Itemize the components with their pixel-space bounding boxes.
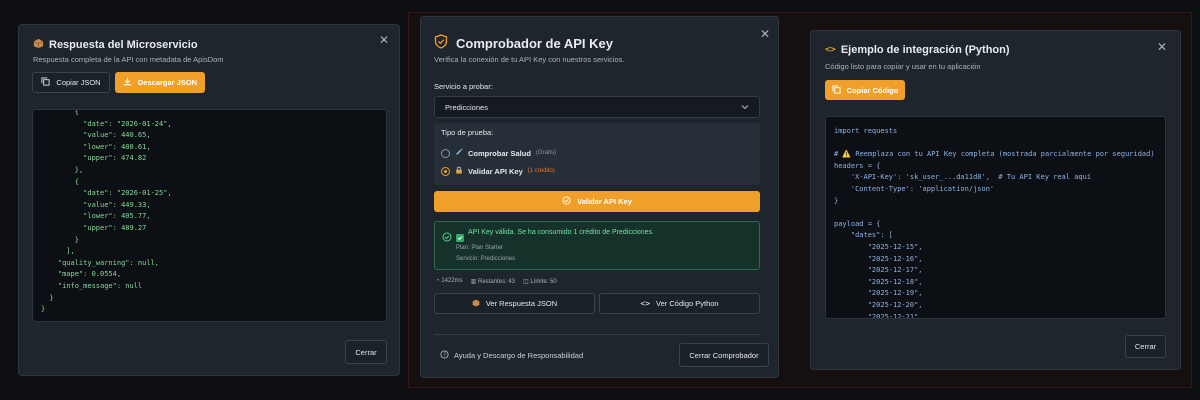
download-json-button[interactable]: Descargar JSON [115,72,205,93]
help-text: Ayuda y Descargo de Responsabilidad [454,351,584,360]
chevron-down-icon [741,103,749,112]
check-circle-icon [442,229,452,247]
stat-remaining: ▥ Restantes: 43 [471,278,515,285]
package-icon [472,299,480,309]
svg-text:?: ? [443,353,446,359]
stat-limit-value: Límite: 50 [530,279,557,285]
view-python-label: Ver Código Python [656,299,719,308]
json-code-text: { "date": "2026-01-24", "value": 440.65,… [41,109,172,314]
footer-divider [434,334,760,335]
python-code-text: import requests # ⚠️ Reemplaza con tu AP… [834,127,1155,319]
python-modal-header: <> Ejemplo de integración (Python) [825,44,1010,56]
close-python-label: Cerrar [1134,342,1157,351]
view-json-button[interactable]: Ver Respuesta JSON [434,293,595,314]
json-modal-header: Respuesta del Microservicio [33,38,198,52]
test-type-label: Tipo de prueba: [441,128,494,137]
package-icon [33,38,44,52]
checker-title: Comprobador de API Key [456,35,613,51]
bar-chart-icon: ▥ [470,279,477,285]
health-option-note: (Gratis) [535,150,556,156]
download-json-label: Descargar JSON [137,78,198,87]
code-icon: <> [825,45,836,55]
validate-api-key-button[interactable]: Validar API Key [434,191,760,212]
python-code-block: import requests # ⚠️ Reemplaza con tu AP… [825,116,1166,319]
trend-chart-icon: ◫ [523,279,529,285]
health-radio[interactable] [441,148,450,158]
lock-key-icon [455,166,463,176]
python-example-modal: ✕ <> Ejemplo de integración (Python) Cód… [810,30,1181,370]
close-icon[interactable]: ✕ [760,28,770,40]
option-validate-key[interactable]: Validar API Key (1 crédito) [441,166,555,176]
help-icon: ? [440,350,449,361]
close-checker-button[interactable]: Cerrar Comprobador [679,343,769,367]
view-python-button[interactable]: <> Ver Código Python [599,293,760,314]
checker-header: Comprobador de API Key [434,34,613,52]
validate-option-note: (1 crédito) [527,168,555,174]
service-line: Servicio: Predicciones [456,256,516,262]
usage-stats: ◔ 1422ms ▥ Restantes: 43 ◫ Límite: 50 [436,278,557,285]
download-icon [123,77,132,88]
service-label: Servicio a probar: [434,82,493,91]
success-alert: API Key válida. Se ha consumido 1 crédit… [434,221,760,270]
code-icon: <> [640,299,651,308]
service-select-value: Predicciones [445,102,488,112]
copy-icon [41,77,50,88]
copy-code-label: Copiar Código [846,85,899,95]
copy-code-button[interactable]: Copiar Código [825,80,905,100]
test-type-panel: Tipo de prueba: Comprobar Salud (Gratis)… [434,123,760,185]
json-response-modal: ✕ Respuesta del Microservicio Respuesta … [18,24,400,376]
json-modal-subtitle: Respuesta completa de la API con metadat… [33,55,224,64]
service-select[interactable]: Predicciones [434,96,760,118]
stat-time-value: 1422ms [441,278,463,284]
plan-line: Plan: Plan Starter [456,245,504,251]
help-link[interactable]: ? Ayuda y Descargo de Responsabilidad [440,350,583,361]
option-health-check[interactable]: Comprobar Salud (Gratis) [441,148,556,158]
close-checker-label: Cerrar Comprobador [689,350,759,360]
validate-option-label: Validar API Key [468,166,523,176]
stat-time: ◔ 1422ms [436,278,463,285]
syringe-icon [455,148,463,158]
copy-json-button[interactable]: Copiar JSON [32,72,110,93]
python-modal-subtitle: Código listo para copiar y usar en tu ap… [825,62,981,71]
api-key-checker-modal: ✕ Comprobador de API Key Verifica la con… [420,16,779,378]
checker-subtitle: Verifica la conexión de tu API Key con n… [434,55,625,64]
close-icon[interactable]: ✕ [379,34,389,46]
shield-check-icon [434,34,448,52]
validate-radio[interactable] [441,166,450,176]
health-option-label: Comprobar Salud [468,148,531,158]
close-json-button[interactable]: Cerrar [345,340,387,364]
python-modal-title: Ejemplo de integración (Python) [840,44,1010,56]
json-modal-title: Respuesta del Microservicio [49,39,198,51]
close-json-label: Cerrar [355,347,377,357]
copy-icon [832,84,841,96]
view-json-label: Ver Respuesta JSON [485,299,558,308]
stat-limit: ◫ Límite: 50 [523,278,557,285]
close-icon[interactable]: ✕ [1157,41,1167,53]
success-message: API Key válida. Se ha consumido 1 crédit… [468,229,654,236]
copy-json-label: Copiar JSON [56,78,101,87]
check-circle-icon [562,196,571,207]
close-python-button[interactable]: Cerrar [1125,335,1166,358]
stopwatch-icon: ◔ [436,278,440,284]
stat-remaining-value: Restantes: 43 [478,279,516,285]
json-code-block: { "date": "2026-01-24", "value": 440.65,… [32,109,387,322]
validate-button-label: Validar API Key [577,197,632,206]
